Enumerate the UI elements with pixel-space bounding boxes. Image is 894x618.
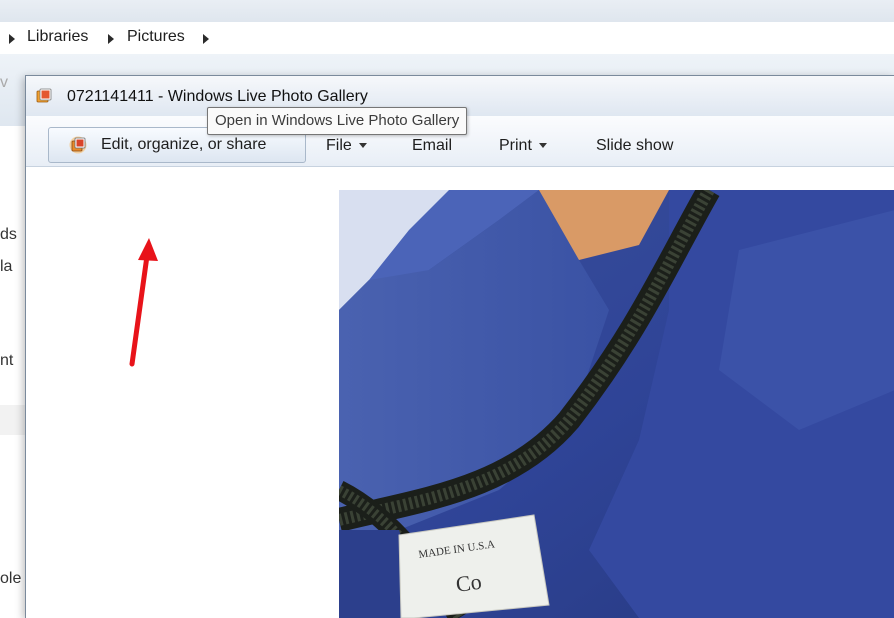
background-text-fragment: nt	[0, 352, 14, 369]
breadcrumb-pictures[interactable]: Pictures	[127, 28, 185, 46]
email-button[interactable]: Email	[412, 137, 452, 155]
photo-gallery-icon	[36, 88, 52, 103]
background-text-fragment: ole	[0, 570, 22, 587]
file-menu-button[interactable]: File	[326, 137, 367, 155]
background-text-fragment: la	[0, 258, 13, 275]
left-blank-panel	[26, 167, 338, 618]
slide-show-button[interactable]: Slide show	[596, 137, 673, 155]
breadcrumb-arrow-icon[interactable]	[9, 34, 15, 44]
print-menu-button[interactable]: Print	[499, 137, 547, 155]
background-text-fragment: v	[0, 74, 8, 91]
photo-gallery-icon	[69, 136, 87, 154]
chevron-down-icon	[358, 143, 367, 149]
breadcrumb-libraries[interactable]: Libraries	[27, 28, 88, 46]
background-text-fragment: ds	[0, 226, 17, 243]
chevron-down-icon	[538, 143, 547, 149]
breadcrumb-arrow-icon[interactable]	[108, 34, 114, 44]
tag-label-text: Co	[454, 569, 483, 597]
photo-viewer-image[interactable]: MADE IN U.S.A Co	[339, 190, 894, 618]
file-menu-label: File	[326, 137, 352, 154]
tooltip: Open in Windows Live Photo Gallery	[207, 107, 468, 135]
print-menu-label: Print	[499, 137, 532, 154]
edit-button-label: Edit, organize, or share	[101, 136, 267, 153]
background-pane-divider	[0, 405, 28, 435]
window-title: 0721141411 - Windows Live Photo Gallery	[67, 88, 368, 105]
annotation-arrow	[129, 238, 158, 367]
breadcrumb-arrow-icon[interactable]	[203, 34, 209, 44]
background-window-titlebar	[0, 0, 894, 22]
photo-image: MADE IN U.S.A Co	[339, 190, 894, 618]
photo-gallery-window: 0721141411 - Windows Live Photo Gallery …	[25, 75, 894, 618]
